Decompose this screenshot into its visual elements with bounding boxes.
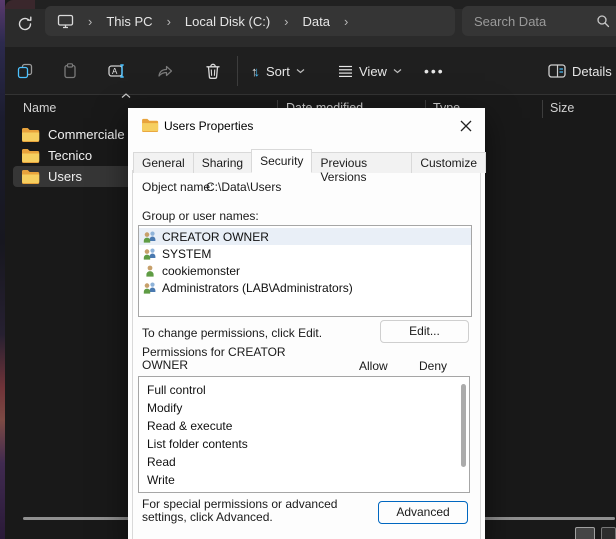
principal-creator-owner[interactable]: CREATOR OWNER (139, 228, 471, 245)
chevron-right-icon: › (88, 14, 92, 29)
column-header-name[interactable]: Name (23, 101, 56, 115)
toolbar-divider (237, 56, 238, 86)
edit-hint: To change permissions, click Edit. (142, 326, 322, 340)
sort-ascending-icon (121, 93, 131, 99)
principal-cookiemonster[interactable]: cookiemonster (139, 262, 471, 279)
breadcrumb-local-disk[interactable]: Local Disk (C:) (185, 14, 270, 29)
principal-name: Administrators (LAB\Administrators) (162, 281, 353, 295)
chevron-right-icon: › (167, 14, 171, 29)
object-name-label: Object name: (142, 180, 213, 194)
breadcrumb[interactable]: › This PC › Local Disk (C:) › Data › (45, 6, 455, 36)
permissions-scrollbar[interactable] (461, 384, 466, 467)
tab-sharing[interactable]: Sharing (193, 152, 252, 173)
deny-column-label: Deny (419, 359, 447, 373)
search-input[interactable] (474, 14, 584, 29)
permission-special[interactable]: Special permissions (139, 489, 469, 493)
principal-name: CREATOR OWNER (162, 230, 269, 244)
details-button[interactable]: Details (548, 58, 612, 84)
principal-name: SYSTEM (162, 247, 211, 261)
principal-name: cookiemonster (162, 264, 240, 278)
chevron-down-icon (393, 68, 402, 74)
group-or-user-names-label: Group or user names: (142, 209, 259, 223)
group-icon (142, 230, 158, 244)
bottom-right-icon (601, 527, 616, 539)
permissions-list[interactable]: Full control Modify Read & execute List … (138, 376, 470, 493)
sort-label: Sort (266, 64, 290, 79)
bottom-right-icon (575, 527, 595, 539)
permission-list-folder-contents[interactable]: List folder contents (139, 435, 469, 453)
tab-previous-versions[interactable]: Previous Versions (311, 152, 412, 173)
trash-icon (204, 62, 222, 80)
permission-read-execute[interactable]: Read & execute (139, 417, 469, 435)
view-icon (338, 65, 353, 78)
permissions-for-label: Permissions for CREATOR OWNER (142, 346, 302, 372)
permission-full-control[interactable]: Full control (139, 381, 469, 399)
copy-icon (16, 62, 34, 80)
rename-button[interactable]: A (104, 58, 130, 84)
this-pc-icon (57, 14, 74, 29)
edit-button[interactable]: Edit... (380, 320, 469, 343)
refresh-icon (16, 15, 34, 33)
allow-column-label: Allow (359, 359, 388, 373)
view-label: View (359, 64, 387, 79)
group-icon (142, 281, 158, 295)
close-icon (458, 118, 474, 134)
chevron-right-icon: › (344, 14, 348, 29)
principal-system[interactable]: SYSTEM (139, 245, 471, 262)
paste-button[interactable] (57, 58, 83, 84)
share-icon (156, 62, 174, 80)
permission-modify[interactable]: Modify (139, 399, 469, 417)
close-button[interactable] (458, 118, 474, 134)
share-button[interactable] (152, 58, 178, 84)
breadcrumb-this-pc[interactable]: This PC (106, 14, 152, 29)
tab-security[interactable]: Security (251, 149, 312, 173)
chevron-right-icon: › (284, 14, 288, 29)
group-icon (142, 247, 158, 261)
advanced-hint: For special permissions or advanced sett… (142, 498, 374, 524)
folder-icon (21, 127, 40, 142)
details-label: Details (572, 64, 612, 79)
copy-button[interactable] (12, 58, 38, 84)
tab-general[interactable]: General (133, 152, 194, 173)
view-button[interactable]: View (338, 58, 402, 84)
dialog-tabs: General Sharing Security Previous Versio… (133, 149, 485, 173)
column-header-size[interactable]: Size (550, 101, 574, 115)
permission-read[interactable]: Read (139, 453, 469, 471)
users-properties-dialog: Users Properties General Sharing Securit… (128, 108, 485, 539)
paste-icon (61, 62, 79, 80)
svg-text:A: A (112, 67, 118, 76)
search-box[interactable] (462, 6, 616, 36)
column-divider[interactable] (542, 100, 543, 118)
group-or-user-names-list[interactable]: CREATOR OWNER SYSTEM cookiemonster (138, 225, 472, 317)
principal-administrators[interactable]: Administrators (LAB\Administrators) (139, 279, 471, 296)
object-name-value: C:\Data\Users (206, 180, 281, 194)
sort-button[interactable]: ↑↓ Sort (251, 58, 305, 84)
user-icon (142, 264, 158, 278)
search-icon (596, 14, 610, 28)
folder-icon (21, 169, 40, 184)
screen: › This PC › Local Disk (C:) › Data › (0, 0, 616, 539)
dialog-title: Users Properties (164, 119, 253, 133)
file-name: Tecnico (48, 148, 92, 163)
permission-write[interactable]: Write (139, 471, 469, 489)
chevron-down-icon (296, 68, 305, 74)
tab-customize[interactable]: Customize (411, 152, 486, 173)
breadcrumb-data[interactable]: Data (303, 14, 330, 29)
rename-icon: A (107, 62, 127, 80)
more-options-button[interactable]: ••• (424, 58, 445, 84)
file-name: Users (48, 169, 82, 184)
refresh-button[interactable] (16, 15, 34, 33)
folder-icon (21, 148, 40, 163)
advanced-button[interactable]: Advanced (378, 501, 468, 524)
file-name: Commerciale (48, 127, 125, 142)
sort-icon: ↑↓ (251, 64, 260, 79)
ellipsis-icon: ••• (424, 63, 445, 79)
folder-icon (141, 118, 159, 132)
delete-button[interactable] (200, 58, 226, 84)
command-toolbar (5, 47, 616, 95)
details-pane-icon (548, 64, 566, 78)
